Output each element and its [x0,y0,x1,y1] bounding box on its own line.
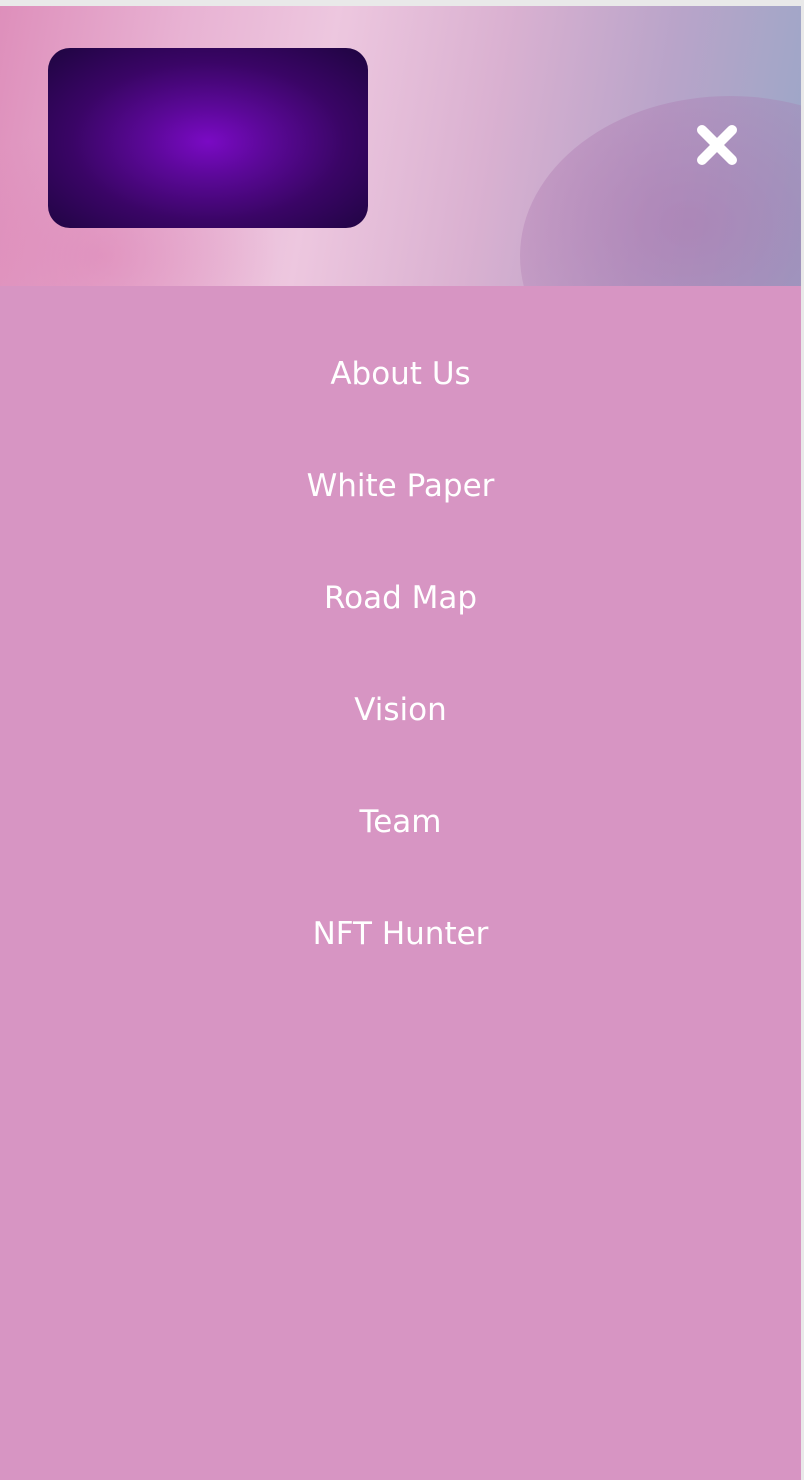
menu-item-nft-hunter[interactable]: NFT Hunter [0,904,801,964]
menu-item-about-us[interactable]: About Us [0,344,801,404]
menu-item-team[interactable]: Team [0,792,801,852]
menu-item-vision[interactable]: Vision [0,680,801,740]
brand-logo[interactable] [48,48,368,228]
menu-item-road-map[interactable]: Road Map [0,568,801,628]
menu-header [0,6,801,286]
nav-menu: About Us White Paper Road Map Vision Tea… [0,286,801,1480]
menu-item-white-paper[interactable]: White Paper [0,456,801,516]
mobile-menu-page: About Us White Paper Road Map Vision Tea… [0,0,804,1480]
close-button[interactable] [694,122,740,168]
close-icon [697,125,737,165]
